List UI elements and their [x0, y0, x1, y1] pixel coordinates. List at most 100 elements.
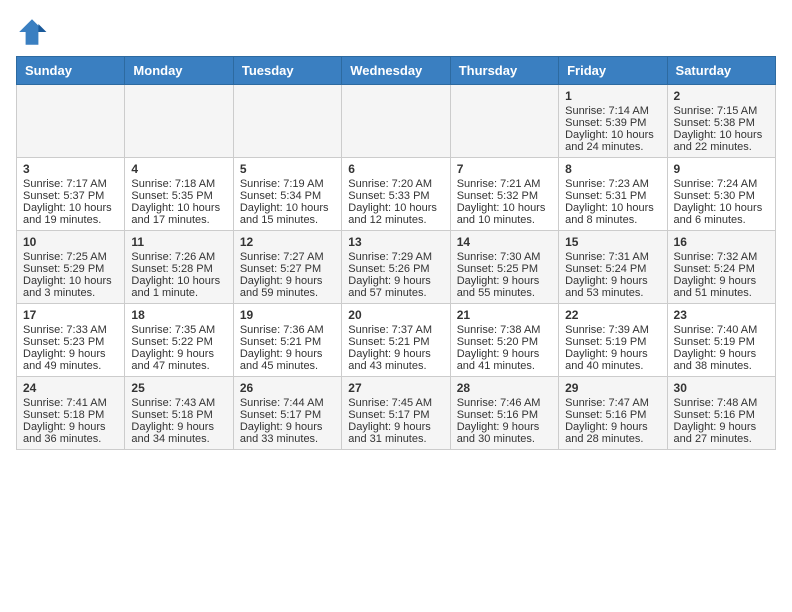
day-info: Daylight: 10 hours and 12 minutes. — [348, 202, 443, 226]
day-info: Sunrise: 7:30 AM — [457, 251, 552, 263]
day-info: Daylight: 9 hours and 45 minutes. — [240, 348, 335, 372]
day-info: Daylight: 9 hours and 36 minutes. — [23, 421, 118, 445]
day-info: Sunset: 5:19 PM — [565, 336, 660, 348]
day-info: Sunset: 5:21 PM — [348, 336, 443, 348]
day-info: Sunrise: 7:41 AM — [23, 397, 118, 409]
calendar-cell: 25 Sunrise: 7:43 AMSunset: 5:18 PMDayligh… — [125, 377, 233, 450]
day-info: Daylight: 9 hours and 33 minutes. — [240, 421, 335, 445]
day-number: 1 — [565, 89, 660, 103]
weekday-header-monday: Monday — [125, 57, 233, 85]
calendar-cell: 17Sunrise: 7:33 AMSunset: 5:23 PMDayligh… — [17, 304, 125, 377]
day-number: 13 — [348, 235, 443, 249]
day-info: Sunrise: 7:31 AM — [565, 251, 660, 263]
logo — [16, 16, 52, 48]
calendar-cell: 18Sunrise: 7:35 AMSunset: 5:22 PMDayligh… — [125, 304, 233, 377]
day-info: Sunset: 5:39 PM — [565, 117, 660, 129]
day-info: Daylight: 9 hours and 55 minutes. — [457, 275, 552, 299]
day-info: Daylight: 10 hours and 10 minutes. — [457, 202, 552, 226]
day-info: Sunrise: 7:45 AM — [348, 397, 443, 409]
day-info: Sunset: 5:22 PM — [131, 336, 226, 348]
calendar-cell — [342, 85, 450, 158]
day-info: Sunrise: 7:20 AM — [348, 178, 443, 190]
calendar-cell: 12Sunrise: 7:27 AMSunset: 5:27 PMDayligh… — [233, 231, 341, 304]
day-info: Sunset: 5:33 PM — [348, 190, 443, 202]
day-info: Sunrise: 7:32 AM — [674, 251, 769, 263]
day-number: 2 — [674, 89, 769, 103]
calendar-cell: 26Sunrise: 7:44 AMSunset: 5:17 PMDayligh… — [233, 377, 341, 450]
day-info: Sunrise: 7:24 AM — [674, 178, 769, 190]
calendar-cell: 11Sunrise: 7:26 AMSunset: 5:28 PMDayligh… — [125, 231, 233, 304]
calendar-cell: 6Sunrise: 7:20 AMSunset: 5:33 PMDaylight… — [342, 158, 450, 231]
day-info: Daylight: 9 hours and 30 minutes. — [457, 421, 552, 445]
day-info: Daylight: 9 hours and 31 minutes. — [348, 421, 443, 445]
day-info: Daylight: 9 hours and 51 minutes. — [674, 275, 769, 299]
calendar-cell: 7Sunrise: 7:21 AMSunset: 5:32 PMDaylight… — [450, 158, 558, 231]
day-info: Sunrise: 7:15 AM — [674, 105, 769, 117]
day-info: Sunrise: 7:40 AM — [674, 324, 769, 336]
day-number: 21 — [457, 308, 552, 322]
day-info: Daylight: 10 hours and 3 minutes. — [23, 275, 118, 299]
weekday-header-sunday: Sunday — [17, 57, 125, 85]
page-header — [16, 16, 776, 48]
calendar-cell: 16Sunrise: 7:32 AMSunset: 5:24 PMDayligh… — [667, 231, 775, 304]
calendar-cell — [125, 85, 233, 158]
day-number: 24 — [23, 381, 118, 395]
weekday-header-wednesday: Wednesday — [342, 57, 450, 85]
calendar-cell: 30Sunrise: 7:48 AMSunset: 5:16 PMDayligh… — [667, 377, 775, 450]
day-number: 20 — [348, 308, 443, 322]
calendar-cell: 21Sunrise: 7:38 AMSunset: 5:20 PMDayligh… — [450, 304, 558, 377]
calendar-cell: 28Sunrise: 7:46 AMSunset: 5:16 PMDayligh… — [450, 377, 558, 450]
day-info: Daylight: 9 hours and 53 minutes. — [565, 275, 660, 299]
day-number: 30 — [674, 381, 769, 395]
day-info: Sunset: 5:27 PM — [240, 263, 335, 275]
calendar-cell: 1 Sunrise: 7:14 AMSunset: 5:39 PMDaylight… — [559, 85, 667, 158]
day-info: Daylight: 9 hours and 38 minutes. — [674, 348, 769, 372]
day-number: 11 — [131, 235, 226, 249]
day-number: 25 — [131, 381, 226, 395]
day-info: Sunrise: 7:14 AM — [565, 105, 660, 117]
day-info: Daylight: 10 hours and 6 minutes. — [674, 202, 769, 226]
day-info: Daylight: 10 hours and 1 minute. — [131, 275, 226, 299]
day-number: 8 — [565, 162, 660, 176]
day-info: Daylight: 9 hours and 57 minutes. — [348, 275, 443, 299]
day-info: Daylight: 9 hours and 40 minutes. — [565, 348, 660, 372]
day-info: Sunrise: 7:47 AM — [565, 397, 660, 409]
day-info: Daylight: 9 hours and 34 minutes. — [131, 421, 226, 445]
day-info: Sunrise: 7:44 AM — [240, 397, 335, 409]
day-info: Sunrise: 7:43 AM — [131, 397, 226, 409]
day-number: 29 — [565, 381, 660, 395]
calendar-week-row: 10Sunrise: 7:25 AMSunset: 5:29 PMDayligh… — [17, 231, 776, 304]
day-info: Sunrise: 7:18 AM — [131, 178, 226, 190]
day-info: Sunrise: 7:39 AM — [565, 324, 660, 336]
day-info: Sunset: 5:18 PM — [131, 409, 226, 421]
calendar-cell: 24 Sunrise: 7:41 AMSunset: 5:18 PMDayligh… — [17, 377, 125, 450]
calendar-cell: 9Sunrise: 7:24 AMSunset: 5:30 PMDaylight… — [667, 158, 775, 231]
day-info: Daylight: 9 hours and 28 minutes. — [565, 421, 660, 445]
day-info: Sunset: 5:17 PM — [240, 409, 335, 421]
day-info: Sunset: 5:29 PM — [23, 263, 118, 275]
day-number: 27 — [348, 381, 443, 395]
day-info: Sunrise: 7:17 AM — [23, 178, 118, 190]
day-info: Daylight: 9 hours and 59 minutes. — [240, 275, 335, 299]
day-info: Sunset: 5:30 PM — [674, 190, 769, 202]
day-info: Sunrise: 7:19 AM — [240, 178, 335, 190]
day-info: Sunrise: 7:48 AM — [674, 397, 769, 409]
day-info: Sunset: 5:26 PM — [348, 263, 443, 275]
calendar-cell: 3Sunrise: 7:17 AMSunset: 5:37 PMDaylight… — [17, 158, 125, 231]
calendar-cell: 15Sunrise: 7:31 AMSunset: 5:24 PMDayligh… — [559, 231, 667, 304]
day-number: 19 — [240, 308, 335, 322]
day-info: Sunset: 5:18 PM — [23, 409, 118, 421]
day-info: Sunset: 5:34 PM — [240, 190, 335, 202]
day-info: Daylight: 10 hours and 22 minutes. — [674, 129, 769, 153]
calendar-cell: 29Sunrise: 7:47 AMSunset: 5:16 PMDayligh… — [559, 377, 667, 450]
calendar-cell — [450, 85, 558, 158]
day-number: 12 — [240, 235, 335, 249]
day-info: Daylight: 10 hours and 24 minutes. — [565, 129, 660, 153]
calendar-cell: 8Sunrise: 7:23 AMSunset: 5:31 PMDaylight… — [559, 158, 667, 231]
day-info: Sunrise: 7:26 AM — [131, 251, 226, 263]
calendar-cell: 23Sunrise: 7:40 AMSunset: 5:19 PMDayligh… — [667, 304, 775, 377]
weekday-header-thursday: Thursday — [450, 57, 558, 85]
day-info: Daylight: 10 hours and 19 minutes. — [23, 202, 118, 226]
day-info: Daylight: 10 hours and 17 minutes. — [131, 202, 226, 226]
calendar-week-row: 1Sunrise: 7:14 AMSunset: 5:39 PMDaylight… — [17, 85, 776, 158]
